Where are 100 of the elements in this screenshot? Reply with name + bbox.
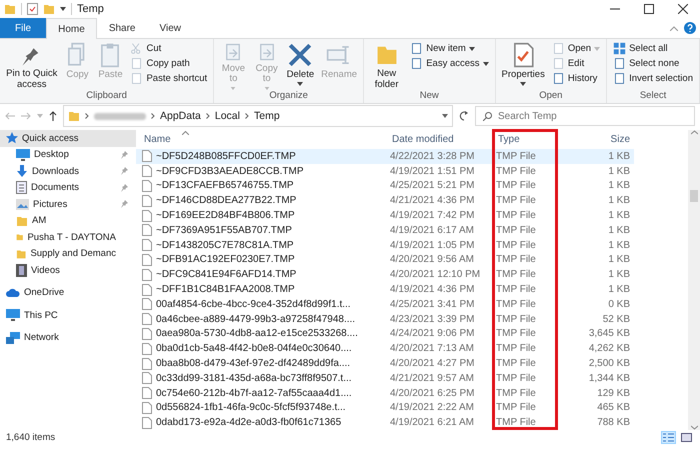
caret-icon (37, 114, 43, 118)
file-row[interactable]: 0ba0d1cb-5a48-4f42-b0e8-04f4e0c30640.... 4/20/2021 7:13 AM TMP File 4,262 KB (136, 341, 634, 356)
ribbon-button[interactable]: Properties (500, 42, 547, 90)
caret-icon (468, 46, 475, 50)
file-row[interactable]: ~DFC9C841E94F6AFD14.TMP 4/20/2021 12:10 PM TMP File 1 KB (136, 267, 634, 282)
group-label: Open (538, 90, 564, 103)
help-icon[interactable] (684, 22, 696, 34)
ribbon-tab[interactable]: View (148, 18, 193, 38)
details-view-button[interactable] (661, 430, 676, 444)
ribbon-button[interactable]: History (550, 72, 602, 85)
chevron-icon (244, 113, 249, 119)
date-cell-text: 4/21/2021 4:36 PM (390, 195, 476, 206)
scroll-thumb[interactable] (690, 190, 698, 202)
column-header[interactable]: Name (144, 134, 171, 144)
date-cell-text: 4/19/2021 7:42 PM (390, 210, 476, 222)
file-icon (142, 180, 152, 192)
folder-icon (16, 248, 26, 260)
file-row[interactable]: 0dabd173-e92a-4d2e-a0d3-fb0f61c71365 4/19/2021 6:21 AM TMP File 788 KB (136, 415, 634, 430)
date-cell-text: 4/19/2021 1:51 PM (390, 166, 476, 177)
page-icon (552, 72, 565, 85)
type-cell-text: TMP File (496, 343, 537, 354)
size-cell-text: 1 KB (607, 254, 631, 266)
date-cell-text: 4/20/2021 9:56 AM (390, 254, 475, 266)
ribbon-button[interactable]: Select all (611, 42, 695, 55)
address-bar[interactable]: AppData Local Temp (63, 105, 453, 127)
file-row[interactable]: 0d556824-1fb1-46fa-9c0c-5fcf5f93748e.t... 4/19/2021 2:22 AM TMP File 465 KB (136, 400, 634, 416)
file-row[interactable]: 00af4854-6cbe-4bcc-9ce4-352d4f8d99f1.t... 4/25/2021 3:41 PM TMP File 0 KB (136, 296, 634, 312)
sidebar-item[interactable]: Downloads (0, 163, 136, 180)
file-row[interactable]: 0aea980a-5730-4db8-aa12-e15ce2533268.... 4/24/2021 9:06 PM TMP File 3,645 KB (136, 326, 634, 342)
scroll-up-icon[interactable] (690, 130, 698, 135)
breadcrumb[interactable]: Local (214, 110, 240, 122)
size-cell-text: 0 KB (607, 298, 631, 310)
file-row[interactable]: ~DFB91AC192EF0230E7.TMP 4/20/2021 9:56 AM TMP File 1 KB (136, 252, 634, 268)
file-row[interactable]: ~DF9CFD3B3AEADE8CCB.TMP 4/19/2021 1:51 PM TMP File 1 KB (136, 164, 634, 179)
file-icon (142, 194, 152, 207)
close-icon[interactable] (678, 4, 688, 14)
sidebar-item[interactable]: This PC (0, 307, 136, 324)
file-row[interactable]: 0c33dd99-3181-435d-a68a-bc73ff8f9507.t... 4/21/2021 9:57 AM TMP File 1,344 KB (136, 370, 634, 386)
collapse-caret-icon[interactable] (670, 26, 678, 30)
file-row[interactable]: ~DF13CFAEFB65746755.TMP 4/25/2021 5:21 PM TMP File 1 KB (136, 178, 634, 194)
large-icons-view-button[interactable] (679, 430, 694, 444)
sidebar-item[interactable]: AM (0, 212, 136, 229)
sidebar-item[interactable]: Documents (0, 180, 136, 196)
scroll-down-icon[interactable] (690, 425, 698, 430)
column-header[interactable]: Size (610, 134, 630, 144)
ribbon-button[interactable]: Select none (611, 57, 695, 70)
scrollbar[interactable] (688, 130, 700, 430)
file-name: 0ba0d1cb-5a48-4f42-b0e8-04f4e0c30640.... (156, 343, 352, 354)
date-cell-text: 4/20/2021 12:10 PM (390, 269, 482, 280)
sidebar-item[interactable]: OneDrive (0, 284, 136, 301)
file-name: ~DFB91AC192EF0230E7.TMP (156, 254, 295, 266)
file-icon (142, 402, 152, 414)
sidebar-item[interactable]: Pictures (0, 196, 136, 212)
file-row[interactable]: 0baa8b08-d479-43ef-97e2-df42489dd9fa.... 4/20/2021 4:27 PM TMP File 2,500 KB (136, 356, 634, 371)
sidebar-item[interactable]: Pusha T - DAYTONA (0, 229, 136, 246)
search-field[interactable]: Search Temp (475, 106, 695, 126)
file-row[interactable]: ~DF1438205C7E78C81A.TMP 4/19/2021 1:05 PM TMP File 1 KB (136, 238, 634, 253)
refresh-icon[interactable] (459, 111, 469, 121)
sidebar-item[interactable]: Desktop (0, 146, 136, 163)
ribbon-button[interactable]: Delete (284, 42, 316, 90)
date-cell-text: 4/23/2021 3:39 PM (390, 314, 476, 325)
file-row[interactable]: 0c754e60-212b-4b7f-aa12-7af55caaa4d1.... 4/20/2021 6:25 PM TMP File 129 KB (136, 386, 634, 401)
file-name: ~DF7369A951F55AB707.TMP (156, 224, 292, 236)
file-row[interactable]: ~DF169EE2D84BF4B806.TMP 4/19/2021 7:42 PM TMP File 1 KB (136, 208, 634, 223)
date-cell-text: 4/25/2021 3:41 PM (390, 298, 476, 310)
file-icon (142, 328, 152, 340)
sidebar-item[interactable]: Quick access (0, 130, 136, 146)
sidebar-item[interactable]: Videos (0, 262, 136, 278)
type-cell-text: TMP File (496, 150, 537, 162)
ribbon-button[interactable]: New folder (368, 42, 406, 90)
size-cell-text: 1 KB (607, 224, 631, 236)
ribbon-tab[interactable]: File (0, 18, 46, 38)
file-name: ~DFC9C841E94F6AFD14.TMP (156, 269, 296, 280)
column-header[interactable]: Date modified (392, 134, 454, 144)
sidebar-item[interactable]: Supply and Demanc (0, 246, 136, 262)
file-icon (142, 372, 152, 384)
ribbon-tab[interactable]: Share (96, 18, 148, 38)
checked-document-icon[interactable] (27, 3, 38, 15)
file-name: ~DF13CFAEFB65746755.TMP (156, 180, 294, 192)
up-arrow-icon[interactable] (49, 111, 57, 121)
ribbon-button[interactable]: New item (408, 42, 491, 55)
file-row[interactable]: ~DFF1B1C84B1FAA2008.TMP 4/19/2021 4:36 PM TMP File 1 KB (136, 282, 634, 297)
file-name: 00af4854-6cbe-4bcc-9ce4-352d4f8d99f1.t... (156, 298, 351, 310)
sidebar-item[interactable]: Network (0, 330, 136, 346)
ribbon-tab[interactable]: Home (46, 18, 97, 39)
breadcrumb[interactable]: Temp (254, 110, 280, 122)
ribbon-button[interactable]: Easy access (408, 57, 491, 70)
file-row[interactable]: ~DF7369A951F55AB707.TMP 4/19/2021 6:17 AM TMP File 1 KB (136, 222, 634, 238)
file-row[interactable]: ~DF5D248B085FFCD0EF.TMP 4/22/2021 3:28 PM TMP File 1 KB (136, 149, 634, 164)
ribbon-button[interactable]: Pin to Quick access (4, 42, 60, 90)
column-header[interactable]: Type (498, 134, 520, 144)
file-row[interactable]: ~DF146CD88DEA277B22.TMP 4/21/2021 4:36 PM TMP File 1 KB (136, 193, 634, 208)
breadcrumb[interactable]: AppData (160, 110, 201, 122)
file-icon (142, 416, 152, 429)
maximize-icon[interactable] (644, 4, 654, 14)
file-row[interactable]: 0a46cbee-a889-4479-99b3-a97258f47948.... 4/23/2021 3:39 PM TMP File 52 KB (136, 312, 634, 327)
file-name: ~DF146CD88DEA277B22.TMP (156, 195, 296, 206)
folder-icon (4, 3, 16, 15)
ribbon-button[interactable]: Invert selection (611, 72, 695, 85)
size-cell-text: 1 KB (607, 166, 631, 177)
